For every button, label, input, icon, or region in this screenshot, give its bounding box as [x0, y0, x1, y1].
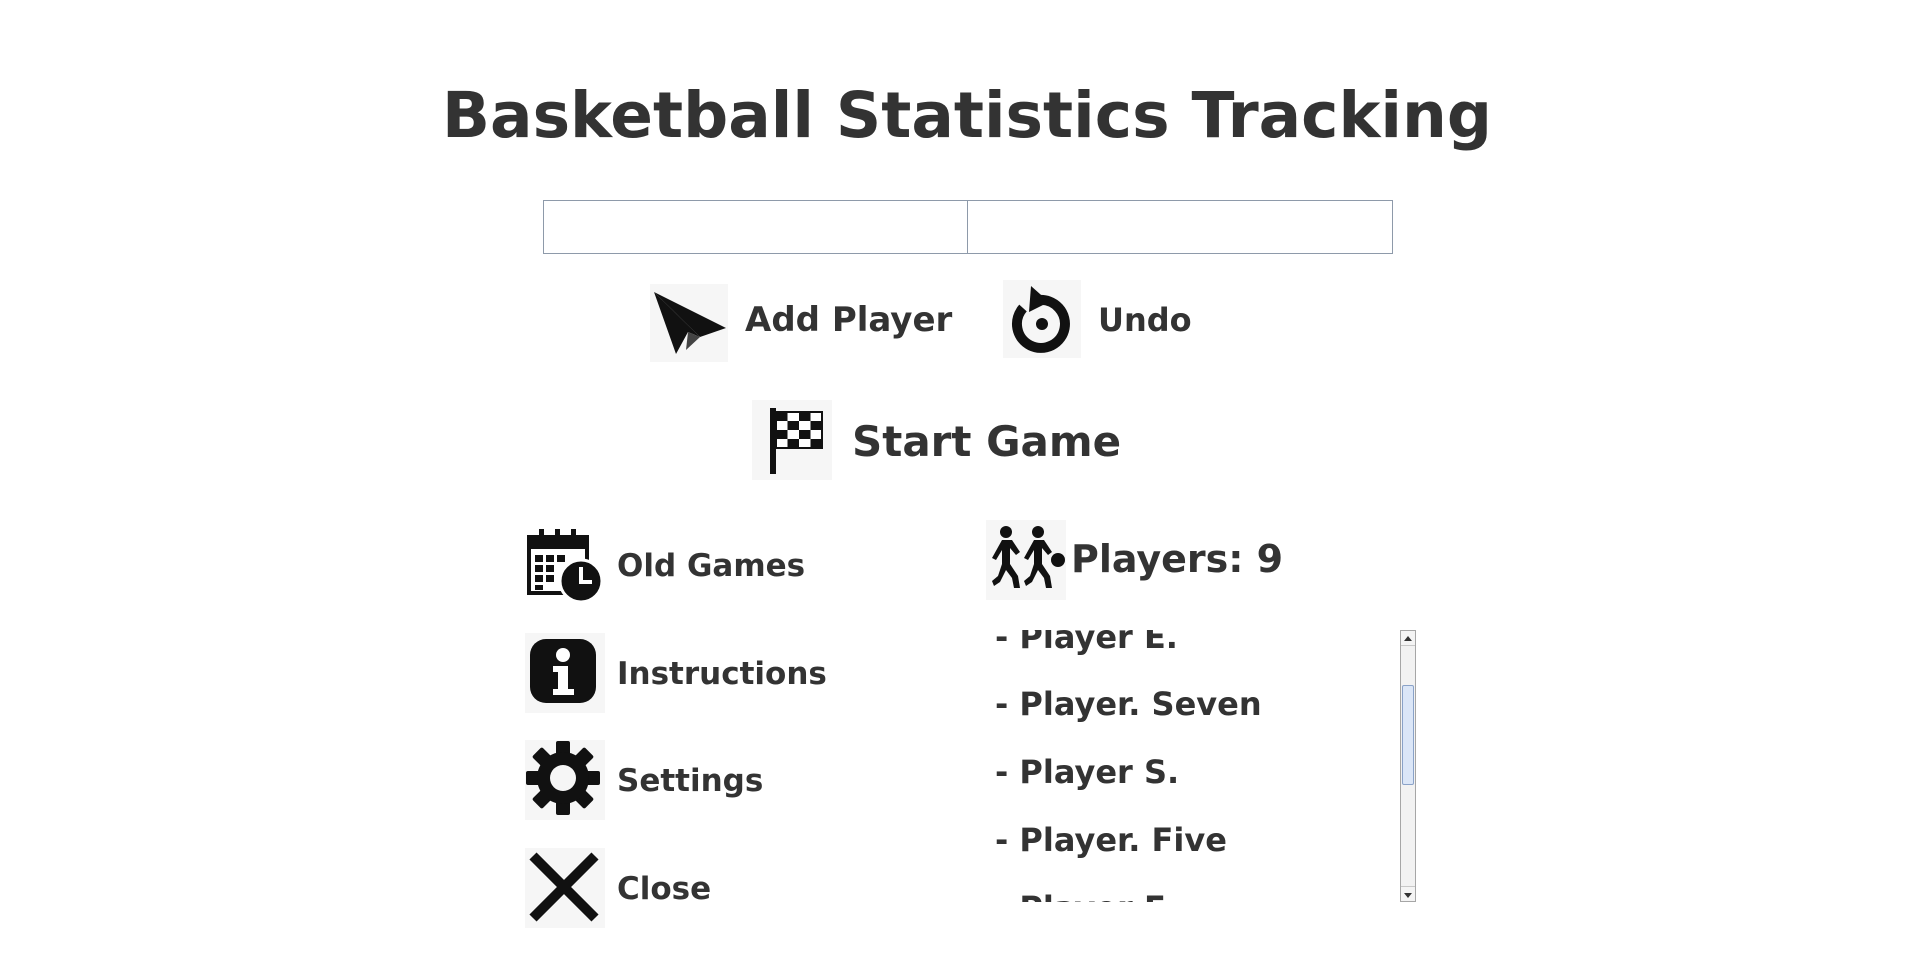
undo-label: Undo — [1098, 301, 1192, 339]
close-button[interactable]: Close — [525, 848, 865, 928]
old-games-label: Old Games — [617, 548, 806, 584]
players-list[interactable]: - Player E. - Player. Seven - Player S. … — [985, 630, 1400, 902]
start-game-button[interactable]: Start Game — [752, 400, 1132, 480]
players-count: Players: 9 — [1071, 537, 1284, 581]
checkered-flag-icon — [752, 400, 832, 480]
settings-button[interactable]: Settings — [525, 740, 865, 820]
gear-icon — [525, 740, 605, 820]
arrow-down-icon — [1404, 893, 1412, 898]
settings-label: Settings — [617, 763, 764, 799]
last-name-input[interactable] — [967, 200, 1393, 254]
scrollbar-thumb[interactable] — [1402, 685, 1414, 785]
first-name-input[interactable] — [543, 200, 968, 254]
calendar-clock-icon — [525, 525, 605, 605]
scroll-up-button[interactable] — [1401, 631, 1415, 646]
old-games-button[interactable]: Old Games — [525, 525, 865, 605]
list-item: - Player. Five — [995, 821, 1227, 859]
undo-button[interactable]: Undo — [1003, 280, 1203, 362]
scroll-down-button[interactable] — [1401, 886, 1415, 901]
info-icon — [525, 633, 605, 713]
players-icon — [986, 520, 1066, 600]
list-item: - Player E. — [995, 630, 1178, 656]
add-player-button[interactable]: Add Player — [650, 280, 955, 362]
page-title: Basketball Statistics Tracking — [442, 79, 1492, 152]
paper-plane-icon — [650, 284, 728, 362]
instructions-button[interactable]: Instructions — [525, 633, 865, 713]
list-item: - Player S. — [995, 753, 1180, 791]
undo-icon — [1003, 280, 1081, 358]
close-icon — [525, 848, 605, 928]
list-item: - Player F. — [995, 888, 1173, 902]
arrow-up-icon — [1404, 636, 1412, 641]
start-game-label: Start Game — [852, 417, 1122, 466]
list-item: - Player. Seven — [995, 685, 1262, 723]
add-player-label: Add Player — [745, 300, 953, 340]
close-label: Close — [617, 871, 712, 907]
players-scrollbar[interactable] — [1400, 630, 1416, 902]
instructions-label: Instructions — [617, 656, 827, 692]
